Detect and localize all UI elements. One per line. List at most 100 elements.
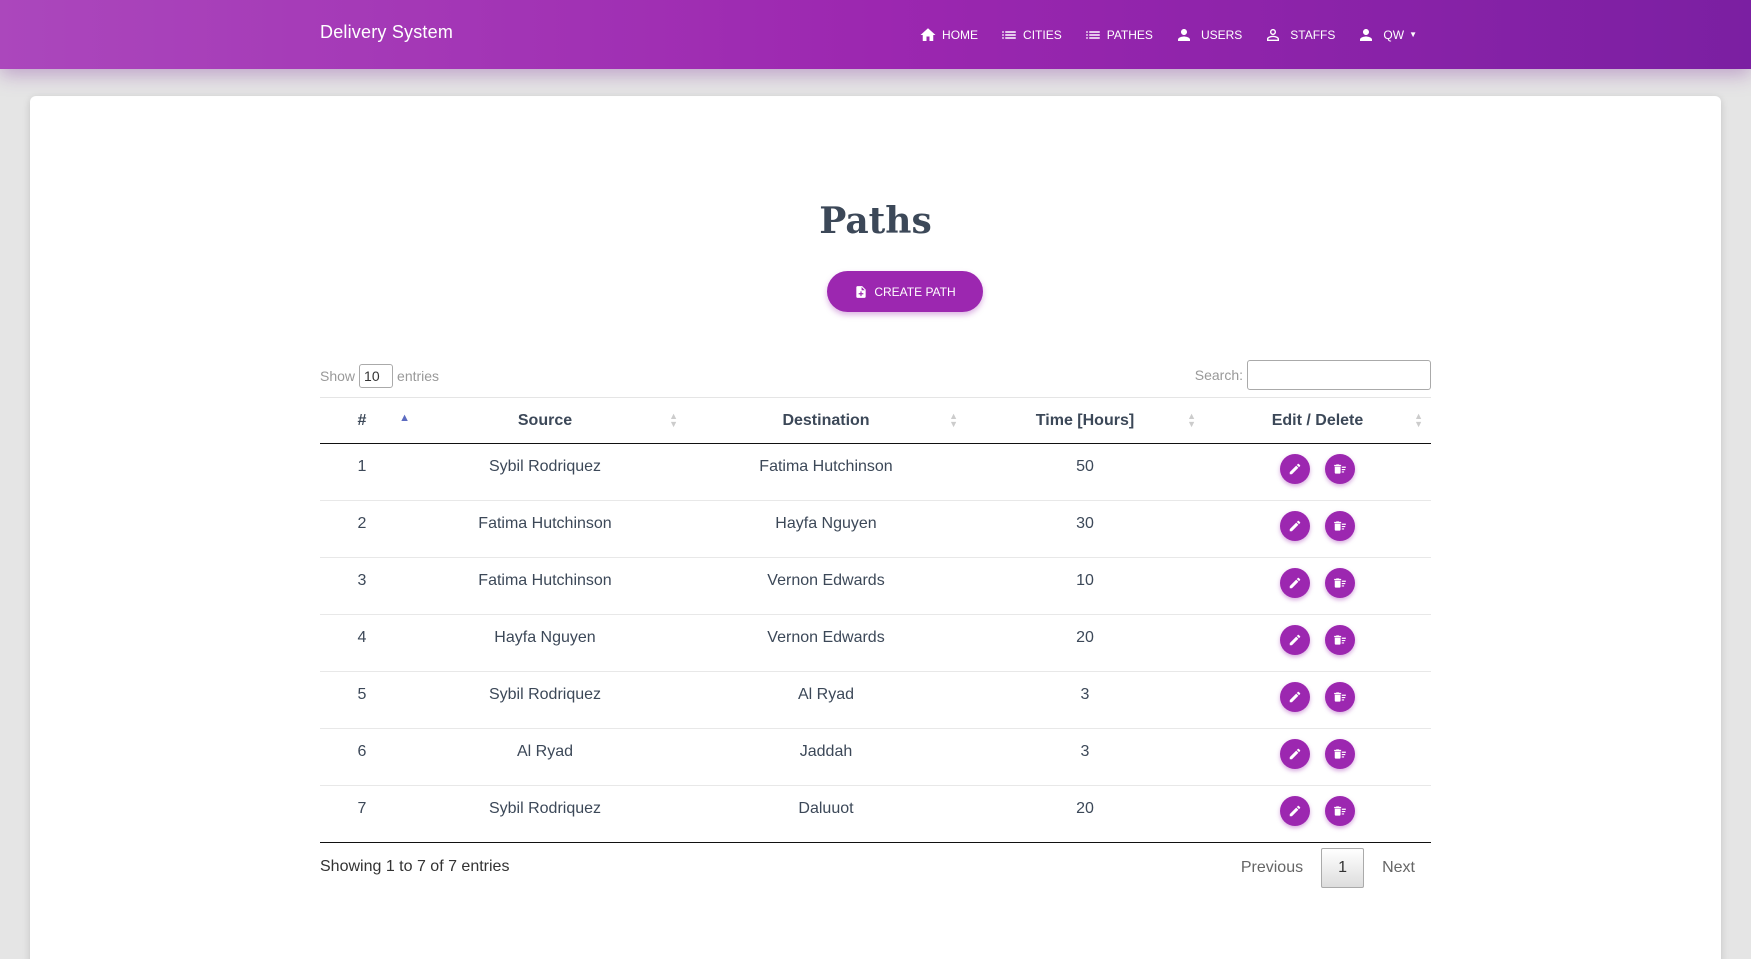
cell-time: 3 — [966, 728, 1204, 786]
pencil-icon — [1289, 463, 1301, 475]
nav-user-label: QW — [1383, 27, 1405, 42]
pencil-icon — [1289, 691, 1301, 703]
nav-home[interactable]: HOME — [919, 26, 978, 44]
table-header-row: # ▲ Source ▲ ▼ Destination ▲ ▼ Time [Hours… — [320, 397, 1431, 444]
delete-button[interactable] — [1325, 568, 1355, 598]
edit-button[interactable] — [1280, 511, 1310, 541]
col-header-source[interactable]: Source ▲ ▼ — [404, 397, 686, 444]
edit-button[interactable] — [1280, 796, 1310, 826]
pencil-icon — [1289, 634, 1301, 646]
cell-number: 6 — [320, 728, 404, 786]
home-icon — [920, 27, 936, 41]
col-header-time[interactable]: Time [Hours] ▲ ▼ — [966, 397, 1204, 444]
create-path-button[interactable]: CREATE PATH — [827, 271, 983, 312]
row-actions — [1204, 625, 1431, 655]
delete-sweep-icon — [1334, 692, 1346, 702]
nav-users[interactable]: USERS — [1175, 26, 1242, 44]
nav-user-dropdown[interactable]: QW ▼ — [1357, 26, 1417, 44]
nav-users-label: USERS — [1200, 27, 1243, 42]
row-actions — [1204, 511, 1431, 541]
table-info: Showing 1 to 7 of 7 entries — [320, 858, 510, 875]
cell-source: Hayfa Nguyen — [404, 614, 686, 672]
sort-icon: ▲ ▼ — [1414, 411, 1423, 429]
cell-actions — [1204, 614, 1431, 672]
create-path-label: CREATE PATH — [874, 284, 956, 299]
table-row: 7 Sybil Rodriquez Daluuot 20 — [320, 785, 1431, 843]
entries-select[interactable]: 10 — [359, 364, 394, 388]
previous-page-button[interactable]: Previous — [1225, 850, 1319, 886]
cell-number: 5 — [320, 671, 404, 729]
person-icon — [1360, 28, 1373, 41]
col-header-number[interactable]: # ▲ — [320, 397, 410, 444]
cell-actions — [1204, 785, 1431, 843]
cell-number: 3 — [320, 557, 404, 615]
cell-source: Fatima Hutchinson — [404, 557, 686, 615]
cell-source: Sybil Rodriquez — [404, 671, 686, 729]
nav-home-label: HOME — [942, 27, 979, 42]
search-input[interactable] — [1247, 360, 1431, 390]
col-header-actions[interactable]: Edit / Delete ▲ ▼ — [1204, 397, 1431, 444]
delete-sweep-icon — [1334, 521, 1346, 531]
pencil-icon — [1289, 520, 1301, 532]
delete-sweep-icon — [1334, 806, 1346, 816]
person-outline-icon — [1267, 28, 1280, 41]
table-row: 3 Fatima Hutchinson Vernon Edwards 10 — [320, 557, 1431, 615]
delete-button[interactable] — [1325, 739, 1355, 769]
search-label: Search: — [1194, 367, 1243, 383]
col-header-destination[interactable]: Destination ▲ ▼ — [686, 397, 966, 444]
brand-title[interactable]: Delivery System — [320, 22, 453, 43]
cell-actions — [1204, 443, 1431, 501]
top-navbar: Delivery System HOME CITIES PATHES USERS… — [0, 0, 1751, 69]
note-add-icon — [856, 285, 866, 298]
table-body: 1 Sybil Rodriquez Fatima Hutchinson 50 2 Fati… — [320, 443, 1431, 843]
list-icon — [1002, 30, 1016, 39]
search-box: Search: — [1195, 360, 1431, 390]
delete-sweep-icon — [1334, 749, 1346, 759]
person-icon — [1177, 28, 1190, 41]
delete-button[interactable] — [1325, 682, 1355, 712]
page-1-button[interactable]: 1 — [1321, 848, 1365, 888]
delete-button[interactable] — [1325, 625, 1355, 655]
cell-destination: Fatima Hutchinson — [686, 443, 966, 501]
cell-number: 2 — [320, 500, 404, 558]
sort-icon: ▲ ▼ — [949, 411, 958, 429]
edit-button[interactable] — [1280, 568, 1310, 598]
nav-menu: HOME CITIES PATHES USERS STAFFS QW ▼ — [897, 0, 1417, 69]
cell-source: Al Ryad — [404, 728, 686, 786]
page-title: Paths — [819, 200, 932, 242]
delete-sweep-icon — [1334, 578, 1346, 588]
cell-destination: Al Ryad — [686, 671, 966, 729]
cell-time: 20 — [966, 785, 1204, 843]
delete-button[interactable] — [1325, 511, 1355, 541]
edit-button[interactable] — [1280, 625, 1310, 655]
delete-button[interactable] — [1325, 796, 1355, 826]
sort-icon: ▲ ▼ — [669, 411, 678, 429]
cell-time: 20 — [966, 614, 1204, 672]
nav-cities[interactable]: CITIES — [1000, 26, 1062, 44]
delete-button[interactable] — [1325, 454, 1355, 484]
cell-actions — [1204, 500, 1431, 558]
edit-button[interactable] — [1280, 682, 1310, 712]
edit-button[interactable] — [1280, 454, 1310, 484]
cell-source: Fatima Hutchinson — [404, 500, 686, 558]
cell-destination: Vernon Edwards — [686, 614, 966, 672]
show-entries: Show 10 entries — [320, 364, 439, 388]
delete-sweep-icon — [1334, 635, 1346, 645]
paths-table: # ▲ Source ▲ ▼ Destination ▲ ▼ Time [Hours… — [320, 397, 1431, 843]
cell-actions — [1204, 557, 1431, 615]
cell-destination: Hayfa Nguyen — [686, 500, 966, 558]
edit-button[interactable] — [1280, 739, 1310, 769]
cell-number: 7 — [320, 785, 404, 843]
next-page-button[interactable]: Next — [1366, 850, 1431, 886]
cell-number: 1 — [320, 443, 404, 501]
pencil-icon — [1289, 805, 1301, 817]
nav-pathes[interactable]: PATHES — [1084, 26, 1153, 44]
row-actions — [1204, 796, 1431, 826]
cell-time: 3 — [966, 671, 1204, 729]
nav-staffs[interactable]: STAFFS — [1264, 26, 1335, 44]
nav-pathes-label: PATHES — [1106, 27, 1153, 42]
list-icon — [1085, 30, 1100, 39]
cell-destination: Vernon Edwards — [686, 557, 966, 615]
row-actions — [1204, 454, 1431, 484]
table-row: 4 Hayfa Nguyen Vernon Edwards 20 — [320, 614, 1431, 672]
